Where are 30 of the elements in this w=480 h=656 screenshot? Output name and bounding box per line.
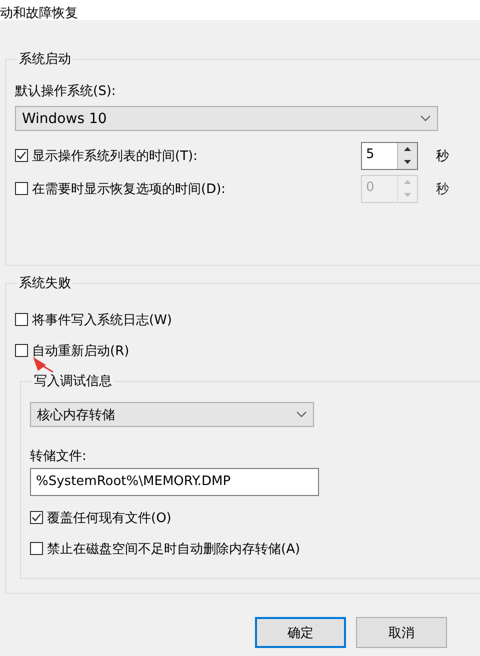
- checkbox-label: 显示操作系统列表的时间(T):: [32, 148, 198, 164]
- dump-type-dropdown[interactable]: 核心内存转储: [30, 402, 314, 427]
- window-title: 动和故障恢复: [0, 7, 78, 20]
- dropdown-caret-icon: [296, 411, 307, 418]
- dialog-button[interactable]: 确定: [255, 617, 346, 648]
- down-arrow-icon[interactable]: [404, 160, 411, 164]
- field-label: 转储文件:: [30, 448, 88, 465]
- checkbox-label: 自动重新启动(R): [32, 342, 130, 360]
- checkbox[interactable]: [15, 313, 28, 326]
- dropdown-caret-icon: [420, 115, 431, 122]
- checkbox[interactable]: [15, 344, 28, 357]
- up-arrow-icon[interactable]: [404, 147, 411, 151]
- group-title: 写入调试信息: [33, 373, 113, 390]
- dialog-button[interactable]: 取消: [356, 617, 447, 648]
- field-label: 默认操作系统(S):: [15, 83, 117, 100]
- unit-label: 秒: [435, 148, 450, 164]
- checkbox-label: 覆盖任何现有文件(O): [47, 510, 172, 526]
- checkbox-label: 禁止在磁盘空间不足时自动删除内存转储(A): [47, 540, 300, 558]
- annotation-arrow: [30, 355, 54, 373]
- group-title: 系统失败: [18, 275, 72, 292]
- checkbox-label: 在需要时显示恢复选项的时间(D):: [32, 180, 226, 198]
- checkbox-label: 将事件写入系统日志(W): [32, 312, 172, 328]
- checkbox[interactable]: [30, 542, 43, 555]
- group-title: 系统启动: [18, 51, 72, 68]
- checkbox[interactable]: [15, 149, 28, 162]
- os-dropdown[interactable]: Windows 10: [15, 106, 438, 131]
- number-spinner[interactable]: 5: [361, 142, 418, 170]
- checkbox[interactable]: [30, 511, 43, 524]
- unit-label: 秒: [435, 180, 450, 198]
- dump-file-field[interactable]: %SystemRoot%\MEMORY.DMP: [30, 468, 319, 496]
